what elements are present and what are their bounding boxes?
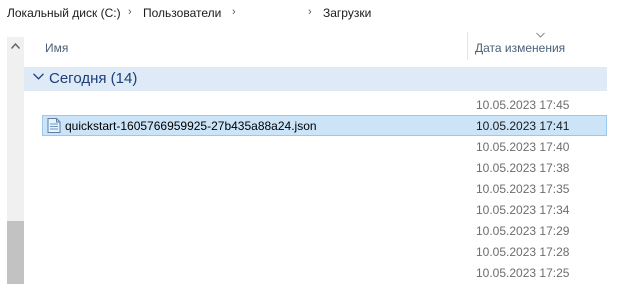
- breadcrumb-separator[interactable]: ›: [308, 6, 312, 18]
- file-date: 10.05.2023 17:34: [476, 203, 570, 217]
- group-header-today[interactable]: Сегодня (14): [24, 67, 607, 91]
- scroll-up-button[interactable]: [7, 37, 24, 54]
- file-date: 10.05.2023 17:35: [476, 182, 570, 196]
- breadcrumb-separator[interactable]: ›: [232, 6, 236, 18]
- file-date: 10.05.2023 17:29: [476, 224, 570, 238]
- breadcrumb-downloads[interactable]: Загрузки: [323, 6, 371, 20]
- file-date: 10.05.2023 17:40: [476, 140, 570, 154]
- file-date: 10.05.2023 17:28: [476, 245, 570, 259]
- breadcrumb: Локальный диск (C:) › Пользователи › › З…: [0, 0, 634, 26]
- file-date: 10.05.2023 17:41: [476, 119, 570, 133]
- breadcrumb-users[interactable]: Пользователи: [143, 6, 221, 20]
- file-row-selected[interactable]: quickstart-1605766959925-27b435a88a24.js…: [42, 115, 607, 136]
- column-date-modified[interactable]: Дата изменения: [475, 41, 565, 55]
- column-header: Имя Дата изменения: [24, 32, 634, 60]
- column-name[interactable]: Имя: [45, 41, 68, 55]
- file-name: quickstart-1605766959925-27b435a88a24.js…: [65, 119, 317, 133]
- chevron-up-icon: [11, 42, 20, 49]
- file-date: 10.05.2023 17:38: [476, 161, 570, 175]
- sort-descending-icon: [536, 32, 545, 38]
- scrollbar-thumb[interactable]: [7, 221, 24, 284]
- group-label: Сегодня (14): [49, 70, 138, 87]
- breadcrumb-local-disk[interactable]: Локальный диск (C:): [7, 6, 121, 20]
- breadcrumb-separator[interactable]: ›: [128, 6, 132, 18]
- file-date: 10.05.2023 17:25: [476, 266, 570, 280]
- json-file-icon: [47, 118, 61, 133]
- column-divider[interactable]: [467, 32, 468, 60]
- vertical-scrollbar[interactable]: [7, 37, 24, 284]
- chevron-down-icon[interactable]: [33, 73, 44, 80]
- file-date: 10.05.2023 17:45: [476, 98, 570, 112]
